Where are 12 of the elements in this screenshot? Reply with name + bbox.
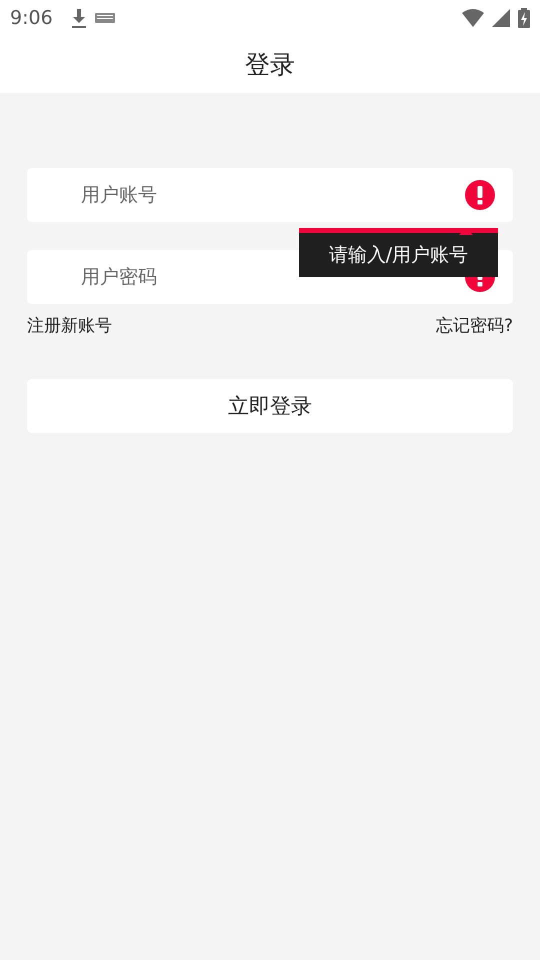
keyboard-icon <box>94 13 115 23</box>
wifi-icon <box>462 9 484 27</box>
login-button[interactable]: 立即登录 <box>27 379 513 433</box>
forgot-password-link[interactable]: 忘记密码? <box>436 314 513 337</box>
register-link[interactable]: 注册新账号 <box>27 314 112 337</box>
error-tooltip: 请输入/用户账号 <box>299 228 498 277</box>
download-icon <box>70 8 87 28</box>
status-time: 9:06 <box>10 7 53 29</box>
signal-icon <box>492 9 510 27</box>
page-title: 登录 <box>245 49 295 81</box>
input-field[interactable]: 用户账号 <box>27 168 513 222</box>
battery-icon <box>518 8 530 28</box>
